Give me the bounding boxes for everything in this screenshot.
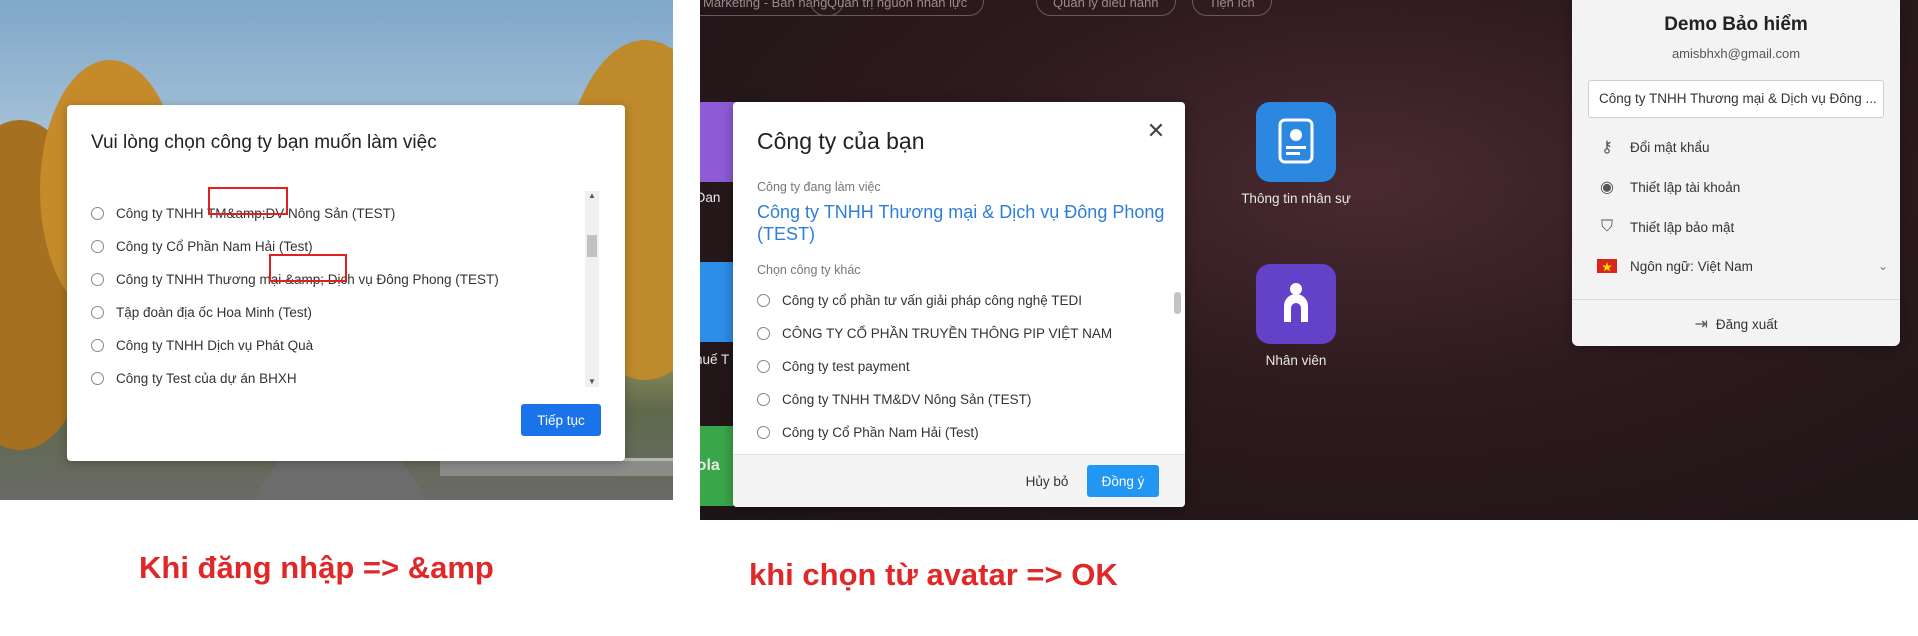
login-screenshot: Vui lòng chọn công ty bạn muốn làm việc … [0, 0, 673, 500]
app-label: Thông tin nhân sự [1241, 191, 1351, 206]
scrollbar[interactable]: ▲ ▼ [585, 191, 599, 387]
highlight-box-amp-2 [269, 254, 347, 282]
dialog-footer: Hủy bỏ Đồng ý [733, 454, 1185, 507]
current-company-link[interactable]: Công ty TNHH Thương mại & Dịch vụ Đông P… [757, 201, 1167, 245]
company-option[interactable]: Công ty test payment [757, 356, 910, 376]
logout-icon: ⇥ [1694, 316, 1708, 333]
id-card-icon [1278, 118, 1314, 164]
company-option-label: Công ty Cổ Phần Nam Hải (Test) [116, 238, 313, 254]
menu-item-change-password[interactable]: ⚷ Đổi mật khẩu [1596, 135, 1710, 159]
company-option-label: Công ty cổ phần tư vấn giải pháp công ng… [782, 292, 1082, 308]
menu-item-label: Thiết lập bảo mật [1630, 219, 1735, 235]
menu-item-label: Ngôn ngữ: Việt Nam [1630, 258, 1753, 274]
company-option-label: Công ty Test của dự án BHXH [116, 370, 297, 386]
person-icon [1284, 283, 1308, 322]
radio-button[interactable] [91, 338, 104, 352]
dialog-title: Công ty của bạn [757, 128, 925, 154]
menu-item-account-settings[interactable]: ◉ Thiết lập tài khoản [1596, 175, 1740, 199]
menu-item-label: Đổi mật khẩu [1630, 139, 1710, 155]
radio-button[interactable] [757, 293, 770, 307]
category-pill[interactable]: Tiện ích [1192, 0, 1272, 16]
continue-button[interactable]: Tiếp tục [521, 404, 601, 436]
profile-app-icon[interactable] [1256, 102, 1336, 182]
employee-app-icon[interactable] [1256, 264, 1336, 344]
menu-item-label: Thiết lập tài khoản [1630, 179, 1741, 195]
account-panel: Demo Bảo hiểm amisbhxh@gmail.com Công ty… [1572, 0, 1900, 346]
radio-button[interactable] [91, 206, 104, 220]
radio-button[interactable] [91, 371, 104, 385]
radio-button[interactable] [757, 425, 770, 439]
radio-button[interactable] [757, 392, 770, 406]
caption-avatar: khi chọn từ avatar => OK [749, 557, 1118, 592]
scroll-thumb[interactable] [587, 235, 597, 257]
other-company-label: Chọn công ty khác [757, 263, 861, 277]
your-company-dialog: Công ty của bạn ✕ Công ty đang làm việc … [733, 102, 1185, 507]
company-option[interactable]: Công ty cổ phần tư vấn giải pháp công ng… [757, 290, 1082, 310]
company-option[interactable]: Công ty Cổ Phần Nam Hải (Test) [757, 422, 979, 442]
caption-login: Khi đăng nhập => &amp [139, 550, 494, 585]
company-option-label: CÔNG TY CỔ PHẦN TRUYỀN THÔNG PIP VIỆT NA… [782, 325, 1113, 341]
menu-item-security-settings[interactable]: ⛉ Thiết lập bảo mật [1596, 215, 1734, 239]
radio-button[interactable] [757, 326, 770, 340]
app-label: Nhân viên [1265, 353, 1327, 368]
logout-label: Đăng xuất [1715, 316, 1778, 332]
cancel-button[interactable]: Hủy bỏ [1013, 465, 1081, 497]
close-icon[interactable]: ✕ [1145, 120, 1167, 142]
radio-button[interactable] [91, 239, 104, 253]
current-company-label: Công ty đang làm việc [757, 180, 881, 194]
scroll-thumb[interactable] [1174, 292, 1181, 314]
company-option[interactable]: Công ty Cổ Phần Nam Hải (Test) [91, 236, 313, 256]
scroll-up-icon[interactable]: ▲ [585, 191, 599, 201]
user-circle-icon: ◉ [1600, 179, 1614, 196]
radio-button[interactable] [757, 359, 770, 373]
account-email: amisbhxh@gmail.com [1671, 46, 1801, 61]
shield-icon: ⛉ [1600, 218, 1613, 235]
category-pill[interactable]: Quản lý điều hành [1036, 0, 1176, 16]
divider [1572, 299, 1900, 300]
account-name: Demo Bảo hiểm [1664, 14, 1808, 35]
company-option[interactable]: CÔNG TY CỔ PHẦN TRUYỀN THÔNG PIP VIỆT NA… [757, 323, 1112, 343]
app-home-screenshot: Marketing - Bán hàng Quản trị nguồn nhân… [700, 0, 1918, 520]
agree-button[interactable]: Đồng ý [1087, 465, 1159, 497]
company-option[interactable]: Công ty Test của dự án BHXH [91, 368, 297, 388]
company-option-label: Công ty TNHH TM&DV Nông Sản (TEST) [782, 391, 1032, 407]
scroll-down-icon[interactable]: ▼ [585, 377, 599, 387]
company-option-label: Công ty test payment [782, 358, 910, 374]
company-option-label: Công ty Cổ Phần Nam Hải (Test) [782, 424, 979, 440]
logout-button[interactable]: ⇥ Đăng xuất [1572, 312, 1900, 336]
highlight-box-amp-1 [208, 187, 288, 215]
company-selector[interactable]: Công ty TNHH Thương mại & Dịch vụ Đông .… [1588, 80, 1884, 118]
company-option[interactable]: Tập đoàn địa ốc Hoa Minh (Test) [91, 302, 312, 322]
dialog-title: Vui lòng chọn công ty bạn muốn làm việc [91, 132, 437, 153]
key-icon: ⚷ [1601, 139, 1613, 156]
chevron-down-icon: ⌄ [1877, 259, 1888, 273]
radio-button[interactable] [91, 272, 104, 286]
company-option-label: Công ty TNHH Dịch vụ Phát Quà [116, 337, 314, 353]
radio-button[interactable] [91, 305, 104, 319]
company-option-label: Tập đoàn địa ốc Hoa Minh (Test) [116, 304, 312, 320]
company-option[interactable]: Công ty TNHH TM&DV Nông Sản (TEST) [757, 389, 1031, 409]
company-select-dialog: Vui lòng chọn công ty bạn muốn làm việc … [67, 105, 625, 461]
menu-item-language[interactable]: Ngôn ngữ: Việt Nam ⌄ [1596, 254, 1888, 278]
category-pill[interactable]: Quản trị nguồn nhân lực [810, 0, 985, 16]
company-option[interactable]: Công ty TNHH Dịch vụ Phát Quà [91, 335, 313, 355]
vietnam-flag-icon [1596, 255, 1618, 277]
